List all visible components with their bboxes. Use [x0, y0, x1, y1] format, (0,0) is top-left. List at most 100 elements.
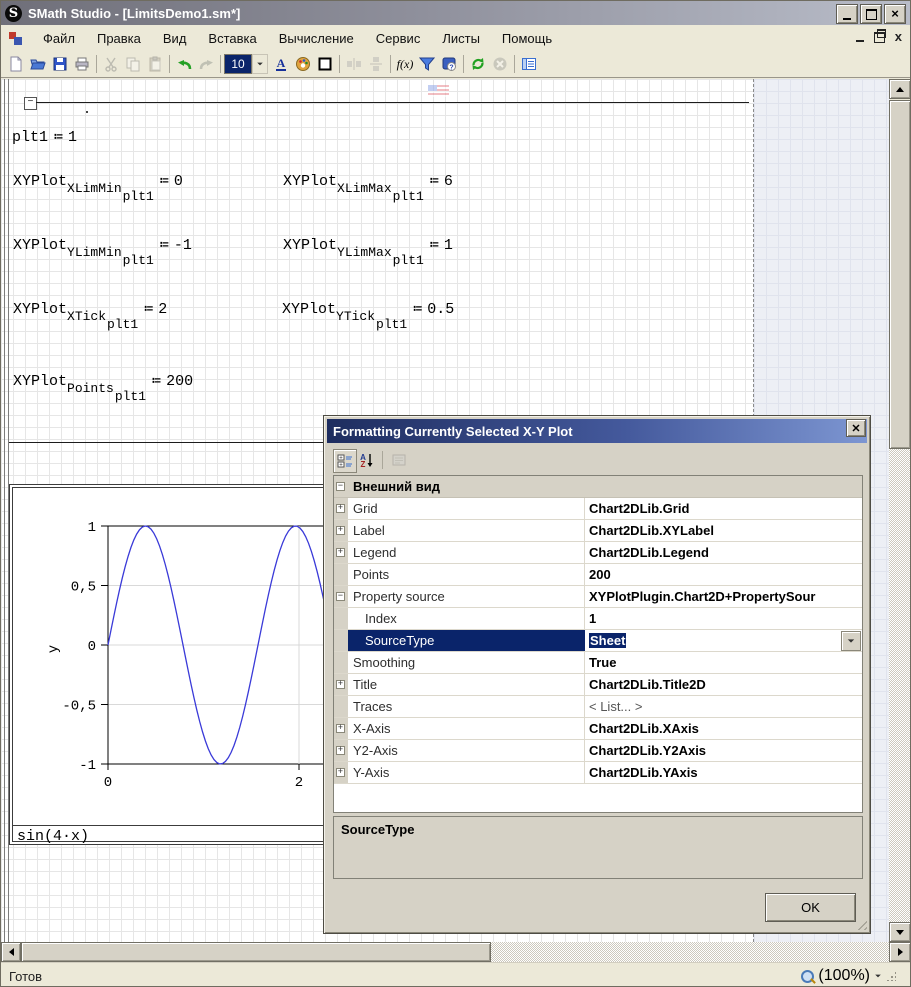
math-region-ylimmin[interactable]: XYPlotYLimMinplt1≔-1: [13, 235, 192, 254]
border-button[interactable]: [314, 53, 336, 75]
property-row-property-source[interactable]: −Property sourceXYPlotPlugin.Chart2D+Pro…: [334, 586, 862, 608]
close-button[interactable]: ×: [884, 4, 906, 24]
math-region-ylimmax[interactable]: XYPlotYLimMaxplt1≔1: [283, 235, 453, 254]
property-row-smoothing[interactable]: SmoothingTrue: [334, 652, 862, 674]
print-button[interactable]: [71, 53, 93, 75]
property-row-legend[interactable]: +LegendChart2DLib.Legend: [334, 542, 862, 564]
sort-alphabetical-button[interactable]: AZ: [356, 449, 378, 471]
paste-button[interactable]: [144, 53, 166, 75]
maximize-button[interactable]: [860, 4, 882, 24]
menu-item-7[interactable]: Помощь: [491, 27, 563, 50]
font-size-dropdown[interactable]: [252, 54, 268, 74]
dialog-close-button[interactable]: ✕: [846, 419, 866, 437]
vertical-align-button[interactable]: [365, 53, 387, 75]
expand-icon[interactable]: +: [336, 504, 345, 513]
property-category-row[interactable]: − Внешний вид: [334, 476, 862, 498]
collapse-icon[interactable]: −: [336, 482, 345, 491]
hscroll-left-button[interactable]: [1, 942, 21, 962]
menu-item-5[interactable]: Сервис: [365, 27, 432, 50]
math-region-ytick[interactable]: XYPlotYTickplt1≔0.5: [282, 299, 454, 318]
math-region-xlimmax[interactable]: XYPlotXLimMaxplt1≔6: [283, 171, 453, 190]
expand-icon[interactable]: +: [336, 526, 345, 535]
property-row-points[interactable]: Points200: [334, 564, 862, 586]
property-value[interactable]: XYPlotPlugin.Chart2D+PropertySour: [585, 586, 862, 607]
menu-item-3[interactable]: Вставка: [197, 27, 267, 50]
property-value[interactable]: Chart2DLib.Grid: [585, 498, 862, 519]
hscroll-track[interactable]: [491, 942, 889, 962]
property-row-x-axis[interactable]: +X-AxisChart2DLib.XAxis: [334, 718, 862, 740]
property-value[interactable]: < List... >: [585, 696, 862, 717]
math-region-xlimmin[interactable]: XYPlotXLimMinplt1≔0: [13, 171, 183, 190]
math-region-plt1[interactable]: plt1≔1: [12, 127, 77, 146]
expand-icon[interactable]: +: [336, 724, 345, 733]
mdi-restore-button[interactable]: [874, 32, 885, 43]
property-value[interactable]: Sheet: [585, 630, 862, 651]
vscroll-down-button[interactable]: [889, 922, 911, 942]
menu-item-6[interactable]: Листы: [431, 27, 491, 50]
property-row-title[interactable]: +TitleChart2DLib.Title2D: [334, 674, 862, 696]
hscroll-right-button[interactable]: [889, 942, 911, 962]
undo-button[interactable]: [173, 53, 195, 75]
menu-item-4[interactable]: Вычисление: [268, 27, 365, 50]
property-value[interactable]: Chart2DLib.Y2Axis: [585, 740, 862, 761]
font-button[interactable]: A: [270, 53, 292, 75]
copy-button[interactable]: [122, 53, 144, 75]
property-row-sourcetype[interactable]: SourceTypeSheet: [334, 630, 862, 652]
language-flag-icon[interactable]: [428, 85, 449, 97]
property-row-index[interactable]: Index1: [334, 608, 862, 630]
section-collapse-box[interactable]: −: [24, 97, 37, 110]
ok-button[interactable]: OK: [765, 893, 856, 922]
reference-book-button[interactable]: ?: [438, 53, 460, 75]
horizontal-align-button[interactable]: [343, 53, 365, 75]
properties-panel-button[interactable]: [518, 53, 540, 75]
property-value[interactable]: Chart2DLib.XAxis: [585, 718, 862, 739]
property-row-grid[interactable]: +GridChart2DLib.Grid: [334, 498, 862, 520]
vscroll-track[interactable]: [889, 449, 911, 922]
new-button[interactable]: [5, 53, 27, 75]
expand-icon[interactable]: +: [336, 746, 345, 755]
property-row-label[interactable]: +LabelChart2DLib.XYLabel: [334, 520, 862, 542]
property-value[interactable]: Chart2DLib.YAxis: [585, 762, 862, 783]
dialog-title-bar[interactable]: Formatting Currently Selected X-Y Plot: [327, 419, 867, 443]
minimize-button[interactable]: [836, 4, 858, 24]
property-pages-button[interactable]: [388, 449, 410, 471]
expand-icon[interactable]: +: [336, 768, 345, 777]
property-value[interactable]: 200: [585, 564, 862, 585]
menu-item-0[interactable]: Файл: [32, 27, 86, 50]
property-value[interactable]: True: [585, 652, 862, 673]
formatting-dialog[interactable]: Formatting Currently Selected X-Y Plot ✕…: [323, 415, 871, 934]
property-row-traces[interactable]: Traces< List... >: [334, 696, 862, 718]
property-row-y-axis[interactable]: +Y-AxisChart2DLib.YAxis: [334, 762, 862, 784]
property-row-y2-axis[interactable]: +Y2-AxisChart2DLib.Y2Axis: [334, 740, 862, 762]
math-region-xtick[interactable]: XYPlotXTickplt1≔2: [13, 299, 167, 318]
mdi-close-button[interactable]: x: [895, 31, 902, 43]
title-bar[interactable]: S SMath Studio - [LimitsDemo1.sm*] ×: [1, 1, 911, 25]
math-region-points[interactable]: XYPlotPointsplt1≔200: [13, 371, 193, 390]
zoom-control[interactable]: (100%): [801, 967, 896, 985]
collapse-icon[interactable]: −: [336, 592, 345, 601]
cut-button[interactable]: [100, 53, 122, 75]
hscroll-thumb[interactable]: [21, 942, 491, 962]
value-dropdown-button[interactable]: [841, 631, 861, 651]
property-value[interactable]: Chart2DLib.Title2D: [585, 674, 862, 695]
categorized-view-button[interactable]: ++: [333, 449, 357, 473]
stop-button[interactable]: [489, 53, 511, 75]
property-value[interactable]: 1: [585, 608, 862, 629]
function-button[interactable]: f(x): [394, 53, 416, 75]
property-value[interactable]: Chart2DLib.Legend: [585, 542, 862, 563]
font-size-input[interactable]: 10: [224, 54, 252, 74]
property-value[interactable]: Chart2DLib.XYLabel: [585, 520, 862, 541]
expand-icon[interactable]: +: [336, 548, 345, 557]
redo-button[interactable]: [195, 53, 217, 75]
expand-icon[interactable]: +: [336, 680, 345, 689]
vscroll-up-button[interactable]: [889, 79, 911, 99]
window-resize-grip[interactable]: [886, 971, 896, 981]
open-button[interactable]: [27, 53, 49, 75]
menu-item-2[interactable]: Вид: [152, 27, 198, 50]
save-button[interactable]: [49, 53, 71, 75]
mdi-minimize-button[interactable]: [856, 40, 864, 42]
recalculate-button[interactable]: [467, 53, 489, 75]
filter-button[interactable]: [416, 53, 438, 75]
vscroll-thumb[interactable]: [889, 100, 911, 449]
palette-button[interactable]: [292, 53, 314, 75]
